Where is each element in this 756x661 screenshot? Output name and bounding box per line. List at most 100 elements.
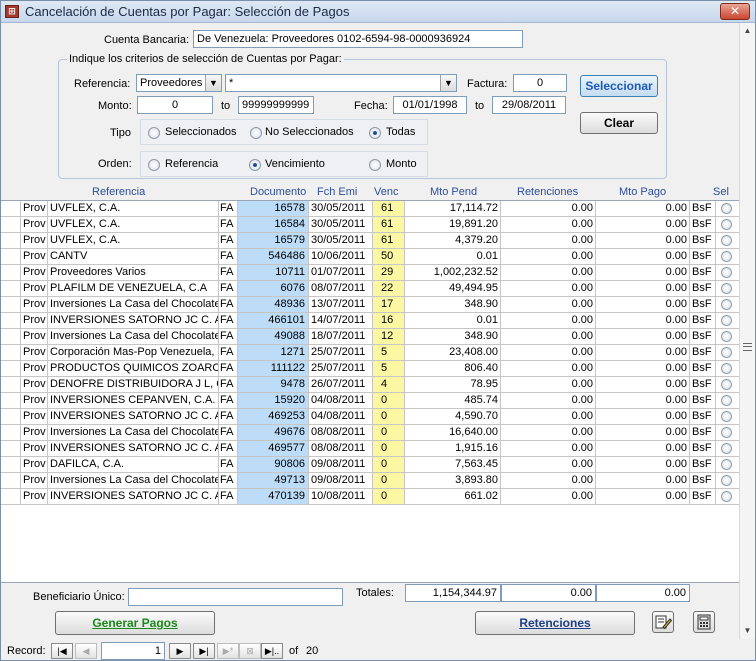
table-row[interactable]: Prov CANTV FA 546486 10/06/2011 50 0.01 0.00 0.0… [1,249,739,265]
row-selector[interactable] [1,457,21,473]
chevron-down-icon[interactable]: ▼ [205,75,221,91]
fecha-from-field[interactable]: 01/01/1998 [393,96,467,114]
row-selector[interactable] [1,441,21,457]
orden-monto-radio[interactable] [369,159,381,171]
scroll-grip-icon[interactable] [743,343,752,351]
table-row[interactable]: Prov PRODUCTOS QUIMICOS ZOARO FA 111122 25/0… [1,361,739,377]
col-retenciones[interactable]: Retenciones [517,186,578,198]
row-select-radio[interactable] [721,395,732,406]
calculator-button[interactable] [693,611,715,633]
vertical-scrollbar[interactable]: ▲ ▼ [739,23,755,639]
col-documento[interactable]: Documento [250,186,306,198]
col-fch-emi[interactable]: Fch Emi [317,186,357,198]
beneficiario-field[interactable] [128,588,343,606]
col-mto-pago[interactable]: Mto Pago [619,186,666,198]
table-row[interactable]: Prov UVFLEX, C.A. FA 16578 30/05/2011 61 17,11… [1,201,739,217]
row-select-radio[interactable] [721,251,732,262]
row-select-radio[interactable] [721,235,732,246]
scroll-up-icon[interactable]: ▲ [740,23,755,39]
col-mto-pend[interactable]: Mto Pend [430,186,477,198]
row-selector[interactable] [1,233,21,249]
factura-field[interactable]: 0 [513,74,567,92]
orden-referencia-radio[interactable] [148,159,160,171]
row-selector[interactable] [1,345,21,361]
row-selector[interactable] [1,281,21,297]
row-select-radio[interactable] [721,267,732,278]
referencia-combo[interactable]: Proveedores ▼ [136,74,222,92]
close-button[interactable]: ✕ [720,3,750,20]
row-select-radio[interactable] [721,219,732,230]
row-selector[interactable] [1,489,21,505]
row-select-radio[interactable] [721,299,732,310]
table-row[interactable]: Prov Inversiones La Casa del Chocolate, FA… [1,297,739,313]
row-select-radio[interactable] [721,443,732,454]
monto-from-field[interactable]: 0 [137,96,213,114]
row-selector[interactable] [1,473,21,489]
row-select-radio[interactable] [721,379,732,390]
row-selector[interactable] [1,377,21,393]
table-row[interactable]: Prov INVERSIONES SATORNO JC C. A FA 469253 0… [1,409,739,425]
table-row[interactable]: Prov DENOFRE DISTRIBUIDORA J L, C FA 9478 26… [1,377,739,393]
fecha-to-field[interactable]: 29/08/2011 [492,96,566,114]
tipo-seleccionados-radio[interactable] [148,127,160,139]
seleccionar-button[interactable]: Seleccionar [580,75,658,97]
new-record-icon[interactable]: ▶* [217,643,239,659]
edit-note-button[interactable] [652,611,674,633]
next-record-icon[interactable]: ▶ [169,643,191,659]
row-selector[interactable] [1,217,21,233]
table-row[interactable]: Prov Inversiones La Casa del Chocolate, FA… [1,329,739,345]
row-selector[interactable] [1,201,21,217]
retenciones-button[interactable]: Retenciones [475,611,635,635]
row-selector[interactable] [1,249,21,265]
orden-vencimiento-radio[interactable] [249,159,261,171]
tipo-todas-radio[interactable] [369,127,381,139]
row-selector[interactable] [1,425,21,441]
col-sel[interactable]: Sel [713,186,729,198]
row-selector[interactable] [1,409,21,425]
tipo-no-seleccionados-radio[interactable] [250,127,262,139]
first-record-icon[interactable]: |◀ [51,643,73,659]
row-selector[interactable] [1,361,21,377]
more-records-icon[interactable]: ▶|.. [261,643,283,659]
last-record-icon[interactable]: ▶| [193,643,215,659]
row-selector[interactable] [1,329,21,345]
table-row[interactable]: Prov PLAFILM DE VENEZUELA, C.A FA 6076 08/07… [1,281,739,297]
table-row[interactable]: Prov Inversiones La Casa del Chocolate, FA… [1,473,739,489]
row-select-radio[interactable] [721,331,732,342]
col-referencia[interactable]: Referencia [92,186,145,198]
row-select-radio[interactable] [721,283,732,294]
monto-to-field[interactable]: 99999999999 [238,96,314,114]
row-select-radio[interactable] [721,475,732,486]
table-row[interactable]: Prov UVFLEX, C.A. FA 16579 30/05/2011 61 4,379… [1,233,739,249]
row-selector[interactable] [1,393,21,409]
table-row[interactable]: Prov Proveedores Varios FA 10711 01/07/2011 2… [1,265,739,281]
row-select-radio[interactable] [721,315,732,326]
account-field[interactable]: De Venezuela: Proveedores 0102-6594-98-0… [193,30,523,48]
row-select-radio[interactable] [721,427,732,438]
prev-record-icon[interactable]: ◀ [75,643,97,659]
table-row[interactable]: Prov INVERSIONES SATORNO JC C. A FA 466101 1… [1,313,739,329]
row-selector[interactable] [1,265,21,281]
col-venc[interactable]: Venc [374,186,398,198]
table-row[interactable]: Prov INVERSIONES SATORNO JC C. A FA 470139 1… [1,489,739,505]
row-select-radio[interactable] [721,347,732,358]
row-select-radio[interactable] [721,363,732,374]
table-row[interactable]: Prov Corporación Mas-Pop Venezuela, C FA 12… [1,345,739,361]
row-selector[interactable] [1,297,21,313]
scroll-down-icon[interactable]: ▼ [740,623,755,639]
row-select-radio[interactable] [721,459,732,470]
row-select-radio[interactable] [721,203,732,214]
chevron-down-icon[interactable]: ▼ [440,75,456,91]
row-select-radio[interactable] [721,491,732,502]
table-row[interactable]: Prov INVERSIONES SATORNO JC C. A FA 469577 0… [1,441,739,457]
table-row[interactable]: Prov INVERSIONES CEPANVEN, C.A. FA 15920 04/… [1,393,739,409]
table-row[interactable]: Prov UVFLEX, C.A. FA 16584 30/05/2011 61 19,89… [1,217,739,233]
generar-pagos-button[interactable]: Generar Pagos [55,611,215,635]
row-select-radio[interactable] [721,411,732,422]
row-selector[interactable] [1,313,21,329]
table-row[interactable]: Prov DAFILCA, C.A. FA 90806 09/08/2011 0 7,563… [1,457,739,473]
filter-clear-icon[interactable]: ⊠ [239,643,261,659]
filter-combo[interactable]: * ▼ [225,74,457,92]
table-row[interactable]: Prov Inversiones La Casa del Chocolate, FA… [1,425,739,441]
clear-button[interactable]: Clear [580,112,658,134]
